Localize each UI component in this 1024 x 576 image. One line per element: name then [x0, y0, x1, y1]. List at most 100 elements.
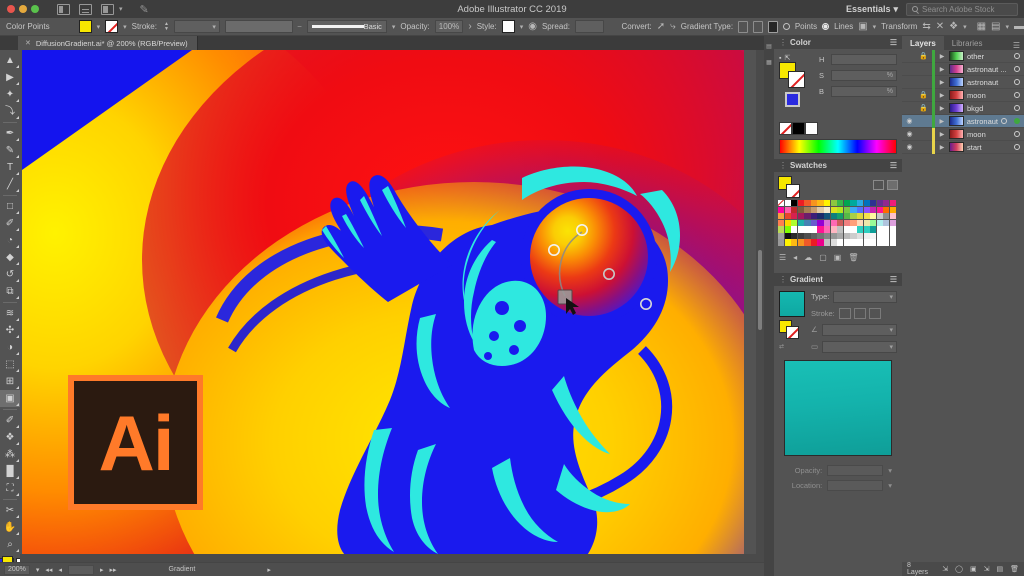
color-fill-stroke[interactable]	[779, 62, 813, 92]
swatch-cell[interactable]	[798, 207, 804, 213]
panel-menu-icon[interactable]: ☰	[890, 161, 897, 170]
swatches-grid-view-button[interactable]	[887, 180, 898, 190]
swatch-cell[interactable]	[817, 213, 823, 219]
swatch-cell[interactable]	[877, 239, 883, 245]
distribute-icon[interactable]: ✕	[936, 21, 944, 32]
swatch-cell[interactable]	[850, 226, 856, 232]
gradient-opacity-field[interactable]	[827, 465, 883, 476]
swatch-cell[interactable]	[785, 213, 791, 219]
hand-icon[interactable]: ✎	[140, 3, 149, 16]
color-spectrum-bar[interactable]	[779, 139, 897, 154]
swatch-cell[interactable]	[864, 213, 870, 219]
curvature-tool[interactable]: ✎	[0, 142, 20, 159]
linear-gradient-button[interactable]	[738, 21, 748, 33]
swatch-cell[interactable]	[857, 207, 863, 213]
slice-tool[interactable]: ✂	[0, 502, 20, 519]
grid-view-icon[interactable]: ▦	[977, 21, 986, 32]
swatch-cell[interactable]	[831, 220, 837, 226]
document-tab[interactable]: ✕ DiffusionGradient.ai* @ 200% (RGB/Prev…	[18, 36, 198, 50]
swatches-panel-header[interactable]: ⋮Swatches ☰	[774, 159, 902, 172]
panel-menu-icon[interactable]: ☰	[890, 38, 897, 47]
swatch-cell[interactable]	[857, 233, 863, 239]
layer-name[interactable]: astronaut	[967, 117, 998, 126]
canvas-horizontal-scrollbar[interactable]	[20, 554, 756, 562]
swatch-cell[interactable]	[831, 200, 837, 206]
swatch-cell[interactable]	[883, 226, 889, 232]
swatch-cell[interactable]	[817, 233, 823, 239]
swatch-cell[interactable]	[890, 213, 896, 219]
maximize-window-button[interactable]	[31, 5, 39, 13]
swatch-cell[interactable]	[798, 213, 804, 219]
chevron-down-icon[interactable]: ▾	[1006, 23, 1010, 31]
layer-name[interactable]: moon	[967, 130, 1011, 139]
gradient-slider-preview[interactable]	[784, 360, 892, 456]
layer-name[interactable]: astronaut ...	[967, 65, 1011, 74]
swatches-list-view-button[interactable]	[873, 180, 884, 190]
layer-target-icon[interactable]	[1014, 66, 1020, 72]
layer-target-icon[interactable]	[1014, 105, 1020, 111]
flip-icon[interactable]: ❖	[949, 21, 958, 32]
channel-h-field[interactable]	[831, 54, 897, 65]
convert-to-point-icon[interactable]: ➚	[657, 21, 665, 32]
layer-target-icon[interactable]	[1001, 118, 1007, 124]
width-tool[interactable]: ≋	[0, 305, 20, 322]
swatch-cell[interactable]	[817, 220, 823, 226]
nav-next-icon[interactable]: ▸	[100, 566, 104, 574]
new-color-group-icon[interactable]: ▢	[819, 253, 827, 262]
chevron-down-icon[interactable]: ▾	[888, 466, 892, 475]
swatch-cell[interactable]	[791, 226, 797, 232]
panel-toggle-icon[interactable]: ▬	[1014, 21, 1024, 32]
swatch-cell[interactable]	[798, 200, 804, 206]
swatch-cell[interactable]	[785, 233, 791, 239]
lines-radio[interactable]	[822, 23, 829, 30]
swatch-cell[interactable]	[890, 220, 896, 226]
swatch-cell[interactable]	[890, 200, 896, 206]
color-panel-stroke-group[interactable]	[779, 92, 813, 118]
layer-lock-icon[interactable]: 🔒	[918, 104, 929, 112]
swatch-cell[interactable]	[831, 213, 837, 219]
swatch-cell[interactable]	[817, 207, 823, 213]
perspective-grid-tool[interactable]: ⬚	[0, 356, 20, 373]
nav-first-icon[interactable]: ◂◂	[45, 566, 52, 574]
stroke-swatch[interactable]	[105, 20, 118, 33]
screen-mode-icon[interactable]	[79, 4, 92, 15]
color-panel-header[interactable]: ⋮Color ☰	[774, 36, 902, 49]
swatch-cell[interactable]	[804, 220, 810, 226]
delete-layer-icon[interactable]: 🗑	[1010, 565, 1019, 573]
swatch-cell[interactable]	[850, 239, 856, 245]
swatch-cell[interactable]	[864, 207, 870, 213]
swatch-cell[interactable]	[804, 200, 810, 206]
swatch-cell[interactable]	[778, 226, 784, 232]
close-window-button[interactable]	[7, 5, 15, 13]
layer-target-icon[interactable]	[1014, 131, 1020, 137]
chevron-right-icon[interactable]: ▶	[938, 105, 946, 112]
color-panel-stroke-swatch[interactable]	[788, 71, 805, 88]
zoom-level-field[interactable]: 200%	[4, 565, 30, 575]
swatch-cell[interactable]	[864, 220, 870, 226]
gradient-panel-header[interactable]: ⋮Gradient ☰	[774, 273, 902, 286]
swatch-cell[interactable]	[877, 226, 883, 232]
swatch-cell[interactable]	[877, 220, 883, 226]
layer-name[interactable]: moon	[967, 91, 1011, 100]
swatch-cell[interactable]	[864, 233, 870, 239]
hand-tool[interactable]: ✋	[0, 519, 20, 536]
swatch-cell[interactable]	[837, 233, 843, 239]
column-graph-tool[interactable]: █	[0, 463, 20, 480]
new-swatch-icon[interactable]: ▣	[834, 253, 842, 262]
swatch-black[interactable]	[792, 122, 805, 135]
swatch-cell[interactable]	[798, 239, 804, 245]
swatch-cell[interactable]	[817, 239, 823, 245]
layers-tabs[interactable]: Layers Libraries ☰	[902, 36, 1024, 50]
swatch-cell[interactable]	[778, 200, 784, 206]
swatch-cell[interactable]	[811, 213, 817, 219]
channel-s-field[interactable]: %	[831, 70, 897, 81]
scale-tool[interactable]: ⧉	[0, 283, 20, 300]
swatch-cell[interactable]	[837, 200, 843, 206]
swatch-cell[interactable]	[864, 239, 870, 245]
artboard[interactable]: Ai	[22, 50, 744, 562]
swatch-cell[interactable]	[890, 239, 896, 245]
swatch-cell[interactable]	[824, 207, 830, 213]
graphic-style-swatch[interactable]	[502, 20, 515, 33]
swatch-cell[interactable]	[804, 233, 810, 239]
swatches-stroke-swatch[interactable]	[786, 184, 800, 198]
